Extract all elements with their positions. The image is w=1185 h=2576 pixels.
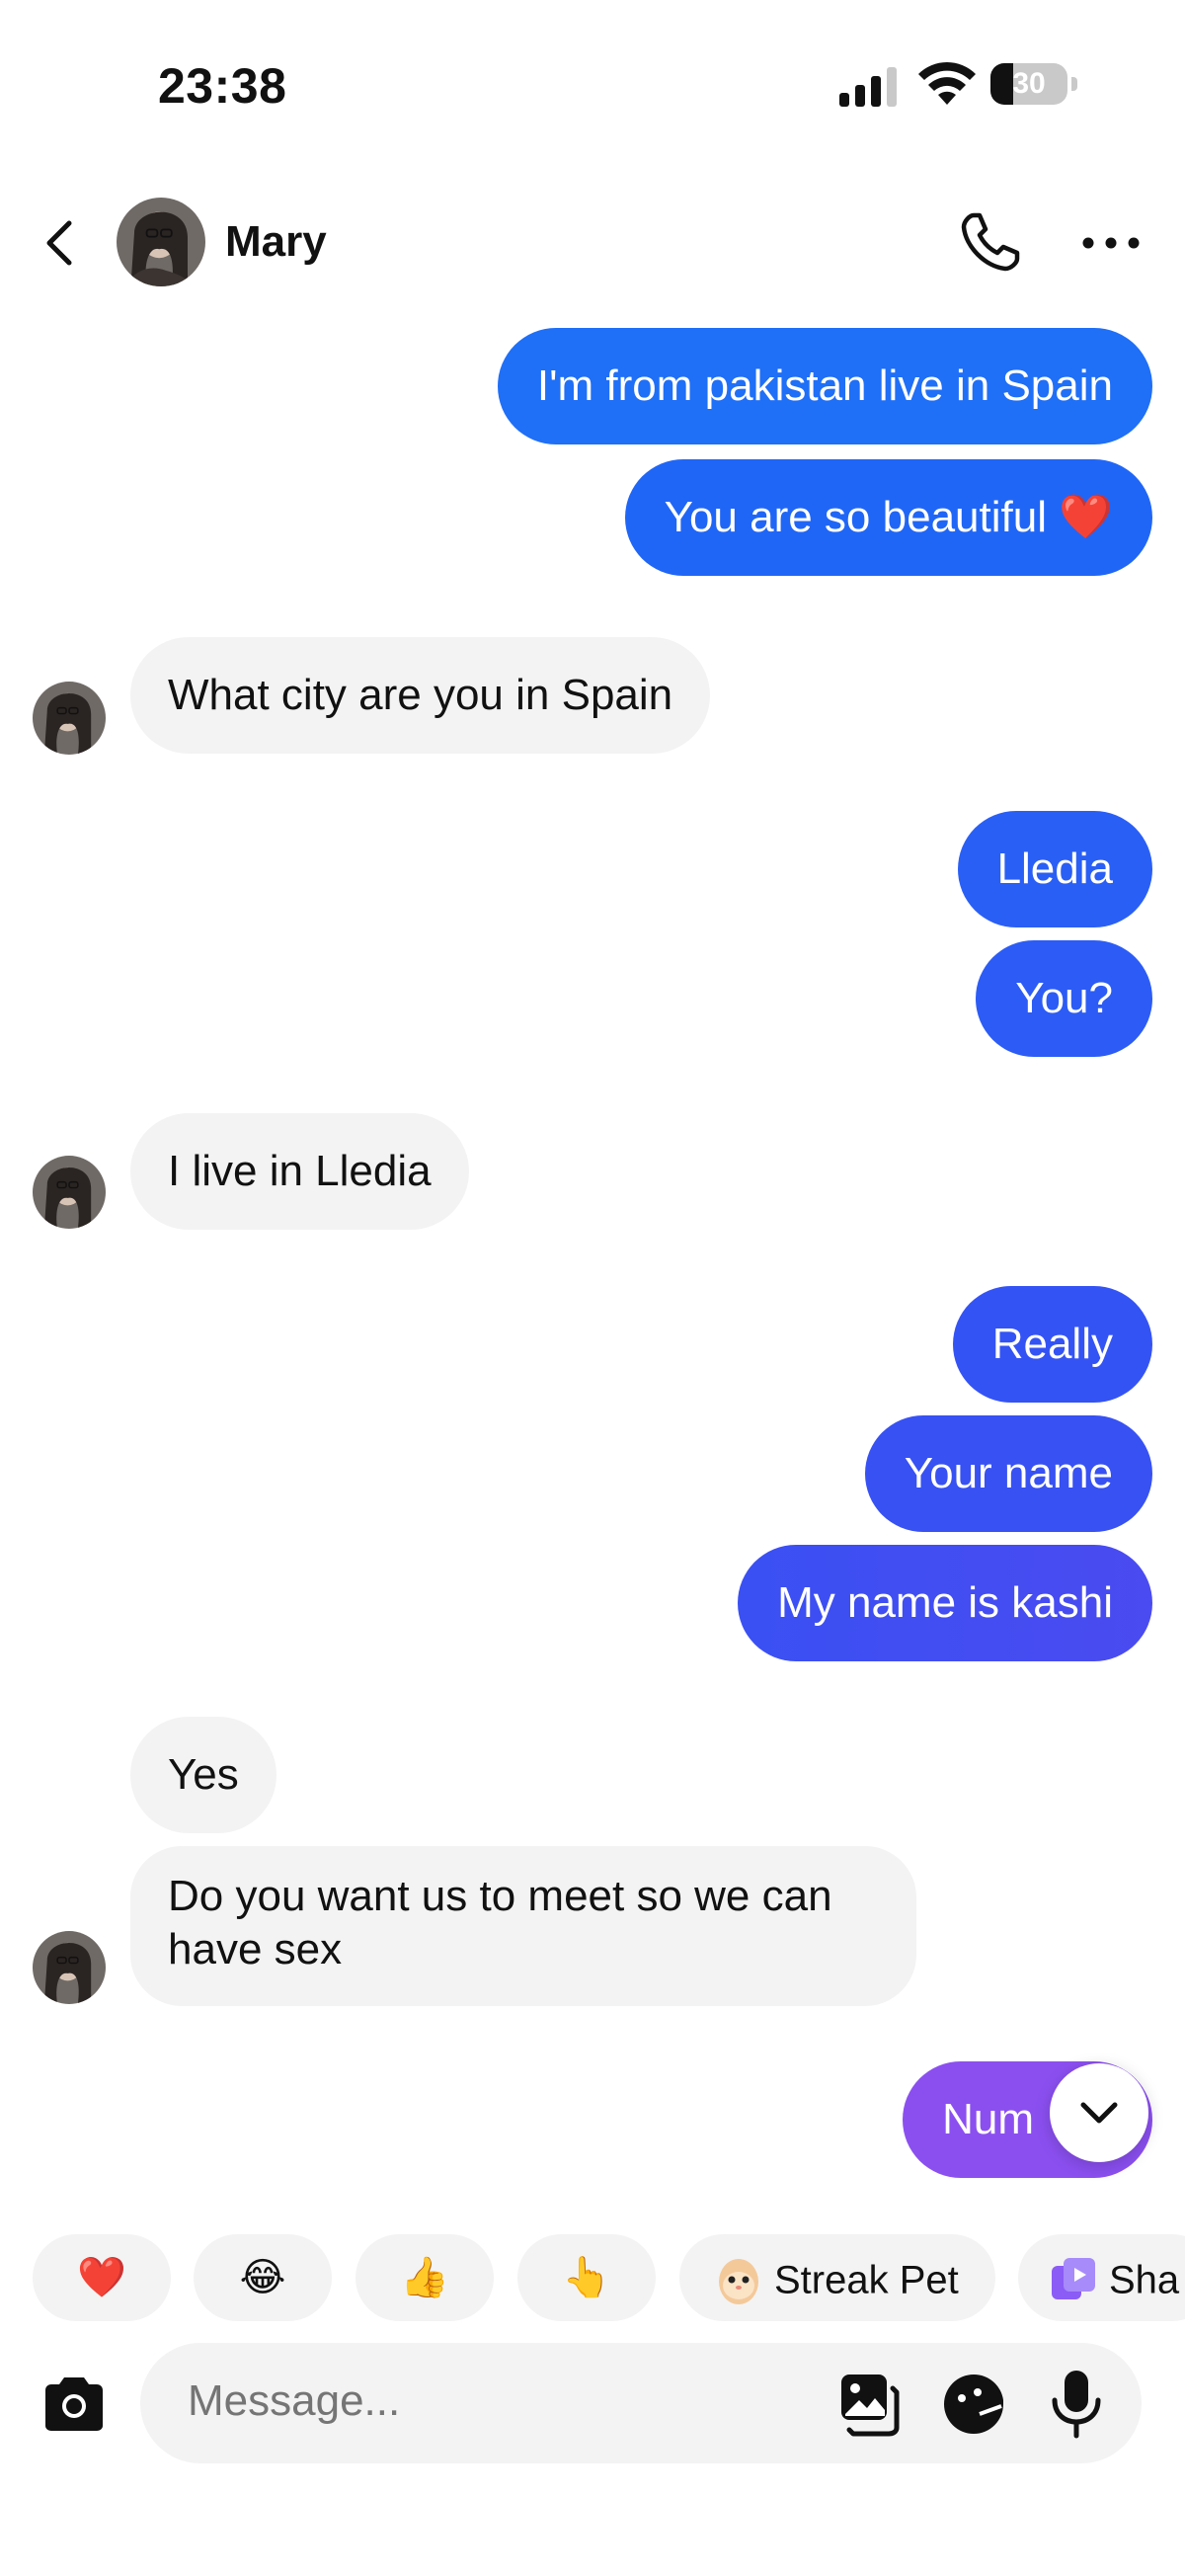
quick-reaction-point-up[interactable]: 👆 bbox=[517, 2234, 656, 2321]
gallery-photo-icon[interactable] bbox=[835, 2371, 903, 2438]
more-options-icon[interactable] bbox=[1076, 215, 1146, 271]
chat-header: Mary bbox=[0, 188, 1185, 296]
thumbs-up-emoji-icon: 👍 bbox=[400, 2256, 449, 2299]
cellular-signal-icon bbox=[839, 67, 897, 107]
scroll-to-bottom-button[interactable] bbox=[1050, 2063, 1148, 2162]
contact-avatar-small[interactable] bbox=[33, 1156, 106, 1229]
avatar-photo bbox=[33, 1156, 106, 1229]
message-outgoing[interactable]: You? bbox=[976, 940, 1152, 1057]
share-icon bbox=[1052, 2258, 1095, 2300]
message-outgoing[interactable]: Lledia bbox=[957, 811, 1152, 927]
phone-call-icon[interactable] bbox=[956, 207, 1025, 277]
message-input[interactable] bbox=[188, 2376, 780, 2426]
message-incoming[interactable]: Do you want us to meet so we can have se… bbox=[130, 1846, 916, 2006]
status-bar: 23:38 30 bbox=[0, 0, 1185, 148]
contact-name[interactable]: Mary bbox=[225, 217, 327, 267]
contact-avatar-small[interactable] bbox=[33, 1931, 106, 2004]
message-outgoing[interactable]: Really bbox=[952, 1286, 1152, 1403]
battery-indicator: 30 bbox=[990, 63, 1077, 107]
message-outgoing[interactable]: I'm from pakistan live in Spain bbox=[497, 328, 1152, 444]
message-outgoing[interactable]: You are so beautiful ❤️ bbox=[624, 459, 1152, 576]
streak-pet-label: Streak Pet bbox=[774, 2258, 959, 2302]
streak-pet-icon bbox=[719, 2259, 758, 2305]
sticker-icon[interactable] bbox=[940, 2371, 1007, 2438]
message-incoming[interactable]: What city are you in Spain bbox=[130, 637, 711, 754]
laughing-emoji-icon: 😂 bbox=[239, 2256, 286, 2299]
back-arrow-icon[interactable] bbox=[34, 215, 89, 271]
message-outgoing[interactable]: My name is kashi bbox=[738, 1545, 1152, 1661]
microphone-icon[interactable] bbox=[1047, 2369, 1106, 2440]
share-label: Sha bbox=[1109, 2258, 1180, 2302]
camera-icon[interactable] bbox=[40, 2373, 109, 2436]
avatar-photo bbox=[33, 682, 106, 755]
message-composer bbox=[0, 2343, 1185, 2465]
status-time: 23:38 bbox=[158, 58, 287, 114]
quick-reaction-thumbs-up[interactable]: 👍 bbox=[356, 2234, 494, 2321]
message-outgoing[interactable]: Your name bbox=[864, 1415, 1152, 1532]
message-incoming[interactable]: I live in Lledia bbox=[130, 1113, 469, 1230]
chevron-down-icon bbox=[1080, 2102, 1118, 2124]
heart-emoji-icon: ❤️ bbox=[77, 2256, 126, 2299]
message-incoming[interactable]: Yes bbox=[130, 1717, 276, 1833]
quick-reply-bar: ❤️ 😂 👍 👆 Streak Pet Sha bbox=[0, 2234, 1185, 2323]
contact-avatar-small[interactable] bbox=[33, 682, 106, 755]
battery-percent: 30 bbox=[1012, 67, 1046, 100]
streak-pet-chip[interactable]: Streak Pet bbox=[679, 2234, 995, 2321]
avatar-photo bbox=[117, 198, 205, 286]
quick-reaction-heart[interactable]: ❤️ bbox=[33, 2234, 171, 2321]
pointing-up-emoji-icon: 👆 bbox=[562, 2256, 611, 2299]
wifi-icon bbox=[918, 61, 976, 105]
avatar-photo bbox=[33, 1931, 106, 2004]
quick-reaction-laugh[interactable]: 😂 bbox=[194, 2234, 332, 2321]
contact-avatar[interactable] bbox=[117, 198, 205, 286]
share-chip[interactable]: Sha bbox=[1018, 2234, 1185, 2321]
